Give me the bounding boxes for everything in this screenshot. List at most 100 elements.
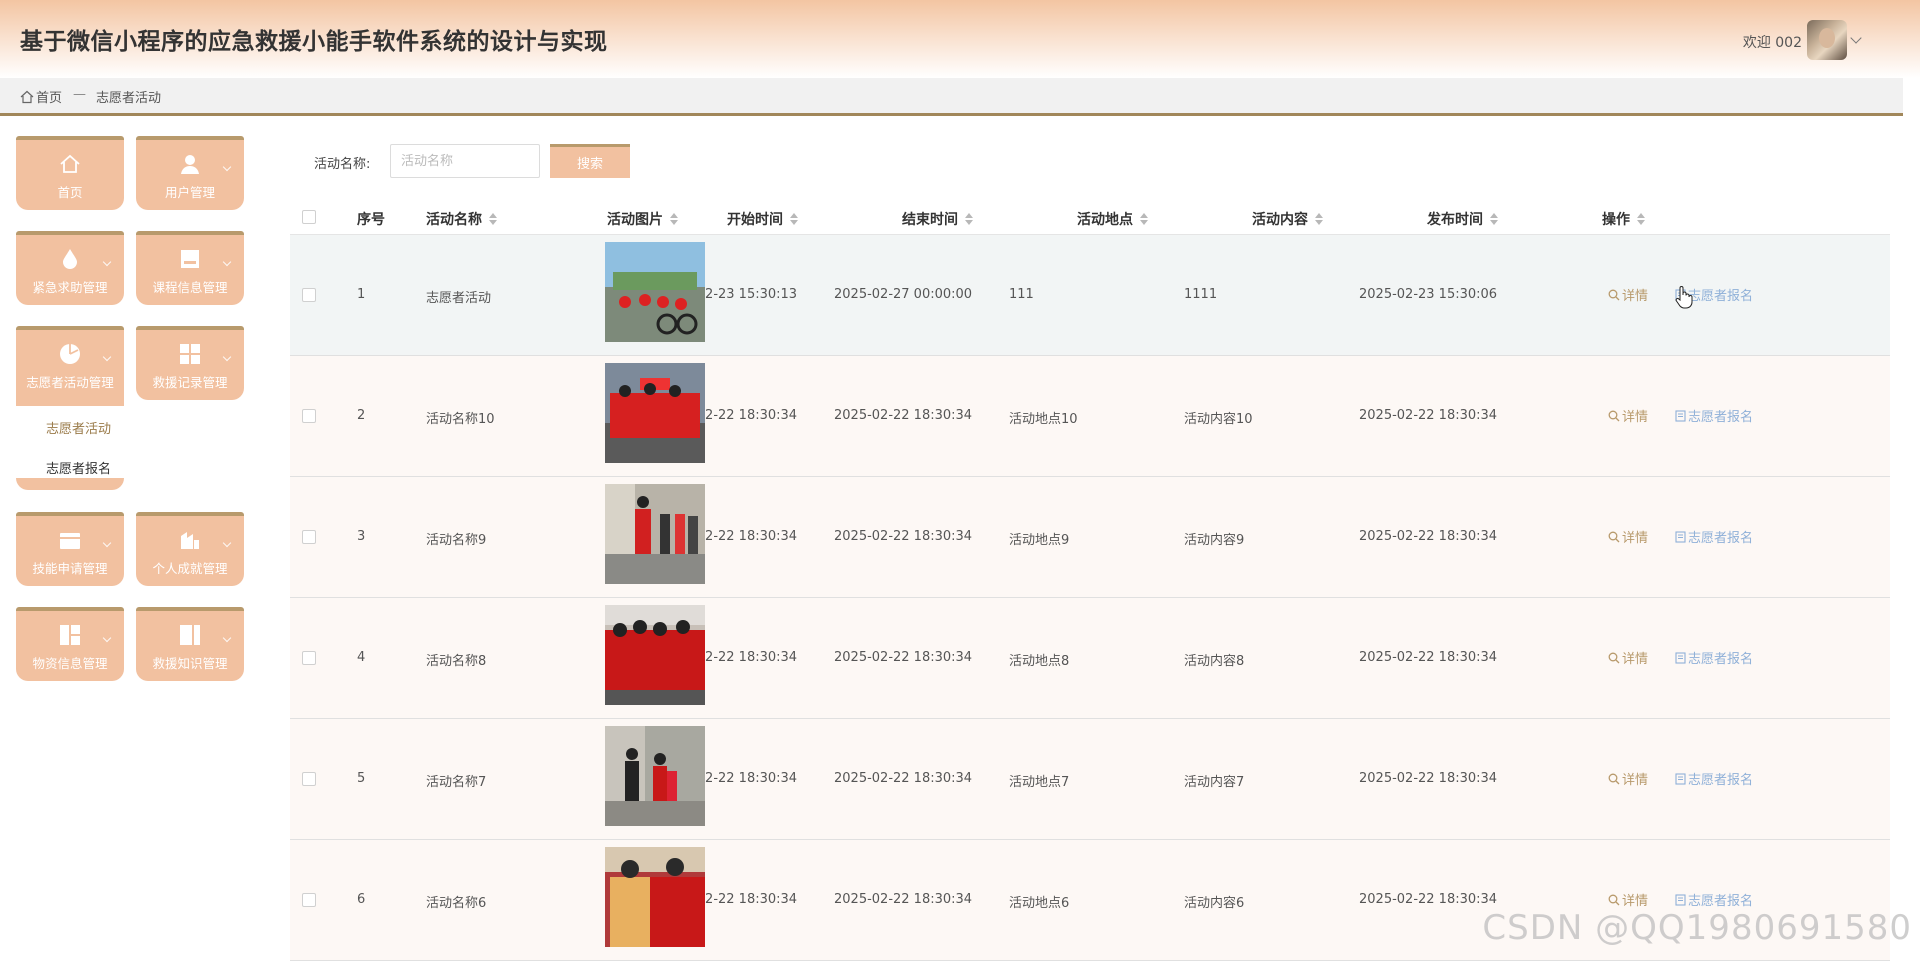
row-checkbox[interactable] (302, 409, 316, 423)
chevron-down-icon (222, 538, 232, 548)
cell-end: 2025-02-22 18:30:34 (834, 529, 973, 544)
row-checkbox[interactable] (302, 288, 316, 302)
table-row[interactable]: 1 志愿者活动 2025-02-23 15:30:13 2025-02-27 00:0… (290, 235, 1890, 356)
submenu-item-volunteer-activity[interactable]: 志愿者活动 (46, 418, 111, 437)
sidebar-item-3[interactable]: 课程信息管理 (136, 231, 244, 305)
cell-index: 5 (357, 771, 366, 786)
sort-icon[interactable] (1489, 212, 1499, 226)
sort-icon[interactable] (1314, 212, 1324, 226)
search-button[interactable]: 搜索 (550, 144, 630, 178)
cell-published: 2025-02-22 18:30:34 (1359, 408, 1498, 423)
sidebar-item-0[interactable]: 首页 (16, 136, 124, 210)
detail-link[interactable]: 详情 (1608, 406, 1648, 425)
detail-link[interactable]: 详情 (1608, 648, 1648, 667)
table-row[interactable]: 4 活动名称8 2025-02-22 18:30:34 2025-02-22 18:3… (290, 598, 1890, 719)
sidebar-item-8[interactable]: 物资信息管理 (16, 607, 124, 681)
cell-name: 活动名称6 (426, 896, 487, 911)
sidebar-item-6[interactable]: 技能申请管理 (16, 512, 124, 586)
sidebar-item-label: 首页 (57, 185, 83, 200)
sidebar-item-5[interactable]: 救援记录管理 (136, 326, 244, 400)
detail-link[interactable]: 详情 (1608, 769, 1648, 788)
detail-link[interactable]: 详情 (1608, 285, 1648, 304)
detail-link[interactable]: 详情 (1608, 890, 1648, 909)
cell-name: 活动名称7 (426, 775, 487, 790)
cell-end: 2025-02-22 18:30:34 (834, 771, 973, 786)
watermark: CSDN @QQ1980691580 (1482, 908, 1912, 948)
home-icon (60, 154, 80, 173)
cell-content: 活动内容10 (1184, 412, 1253, 427)
signup-link[interactable]: 志愿者报名 (1675, 527, 1753, 546)
col-image[interactable]: 活动图片 (607, 209, 679, 229)
col-content[interactable]: 活动内容 (1252, 209, 1324, 229)
sort-icon[interactable] (669, 212, 679, 226)
activity-image[interactable] (605, 484, 705, 584)
col-start[interactable]: 开始时间 (727, 209, 799, 229)
col-place[interactable]: 活动地点 (1077, 209, 1149, 229)
activity-image[interactable] (605, 242, 705, 342)
activity-image[interactable] (605, 605, 705, 705)
chevron-down-icon (102, 538, 112, 548)
select-all-checkbox[interactable] (302, 210, 316, 224)
search-label: 活动名称: (314, 157, 371, 172)
breadcrumb-current: 志愿者活动 (96, 91, 162, 106)
sidebar-item-label: 紧急求助管理 (32, 280, 108, 295)
sidebar-item-4[interactable]: 志愿者活动管理 (16, 326, 124, 406)
cell-published: 2025-02-22 18:30:34 (1359, 892, 1498, 907)
cell-name: 活动名称10 (426, 412, 495, 427)
row-checkbox[interactable] (302, 651, 316, 665)
col-index: 序号 (357, 212, 385, 228)
table-row[interactable]: 5 活动名称7 2025-02-22 18:30:34 2025-02-22 18:3… (290, 719, 1890, 840)
cell-name: 活动名称8 (426, 654, 487, 669)
activity-image[interactable] (605, 847, 705, 947)
submenu: 志愿者活动 志愿者报名 (16, 410, 124, 490)
sidebar-item-label: 救援记录管理 (152, 375, 228, 390)
table-row[interactable]: 2 活动名称10 2025-02-22 18:30:34 2025-02-22 18:… (290, 356, 1890, 477)
cell-place: 111 (1009, 287, 1034, 302)
chevron-down-icon (102, 257, 112, 267)
sidebar-item-9[interactable]: 救援知识管理 (136, 607, 244, 681)
sort-icon[interactable] (488, 212, 498, 226)
breadcrumb-home[interactable]: 首页 (20, 87, 62, 106)
cell-place: 活动地点10 (1009, 412, 1078, 427)
breadcrumb-home-label: 首页 (36, 91, 63, 106)
signup-link[interactable]: 志愿者报名 (1675, 406, 1753, 425)
row-checkbox[interactable] (302, 893, 316, 907)
search-icon (1608, 289, 1620, 300)
col-name[interactable]: 活动名称 (426, 209, 498, 229)
activity-image[interactable] (605, 363, 705, 463)
cell-content: 活动内容7 (1184, 775, 1245, 790)
search-input[interactable] (390, 144, 540, 178)
sidebar-item-label: 用户管理 (164, 185, 215, 200)
layout-icon (60, 625, 80, 645)
submenu-item-volunteer-signup[interactable]: 志愿者报名 (46, 458, 111, 477)
sidebar-item-label: 课程信息管理 (152, 280, 228, 295)
row-checkbox[interactable] (302, 530, 316, 544)
signup-link[interactable]: 志愿者报名 (1675, 769, 1753, 788)
sidebar-item-7[interactable]: 个人成就管理 (136, 512, 244, 586)
cell-end: 2025-02-22 18:30:34 (834, 892, 973, 907)
cell-index: 3 (357, 529, 366, 544)
row-checkbox[interactable] (302, 772, 316, 786)
table-body: 1 志愿者活动 2025-02-23 15:30:13 2025-02-27 00:0… (290, 235, 1890, 961)
chevron-down-icon[interactable] (1850, 32, 1862, 44)
cell-content: 活动内容6 (1184, 896, 1245, 911)
table-row[interactable]: 3 活动名称9 2025-02-22 18:30:34 2025-02-22 18:3… (290, 477, 1890, 598)
hand-cursor-icon (1675, 286, 1693, 309)
breadcrumb: 首页 — 志愿者活动 (0, 78, 1903, 116)
signup-link[interactable]: 志愿者报名 (1675, 648, 1753, 667)
sidebar-item-2[interactable]: 紧急求助管理 (16, 231, 124, 305)
sort-icon[interactable] (789, 212, 799, 226)
avatar[interactable] (1807, 20, 1847, 60)
detail-link[interactable]: 详情 (1608, 527, 1648, 546)
sort-icon[interactable] (1139, 212, 1149, 226)
signup-link[interactable]: 志愿者报名 (1675, 890, 1753, 909)
home-icon (20, 90, 34, 103)
sort-icon[interactable] (1636, 212, 1646, 226)
activity-image[interactable] (605, 726, 705, 826)
search-icon (1608, 773, 1620, 784)
col-actions[interactable]: 操作 (1602, 209, 1646, 229)
sort-icon[interactable] (964, 212, 974, 226)
col-end[interactable]: 结束时间 (902, 209, 974, 229)
col-published[interactable]: 发布时间 (1427, 209, 1499, 229)
sidebar-item-1[interactable]: 用户管理 (136, 136, 244, 210)
